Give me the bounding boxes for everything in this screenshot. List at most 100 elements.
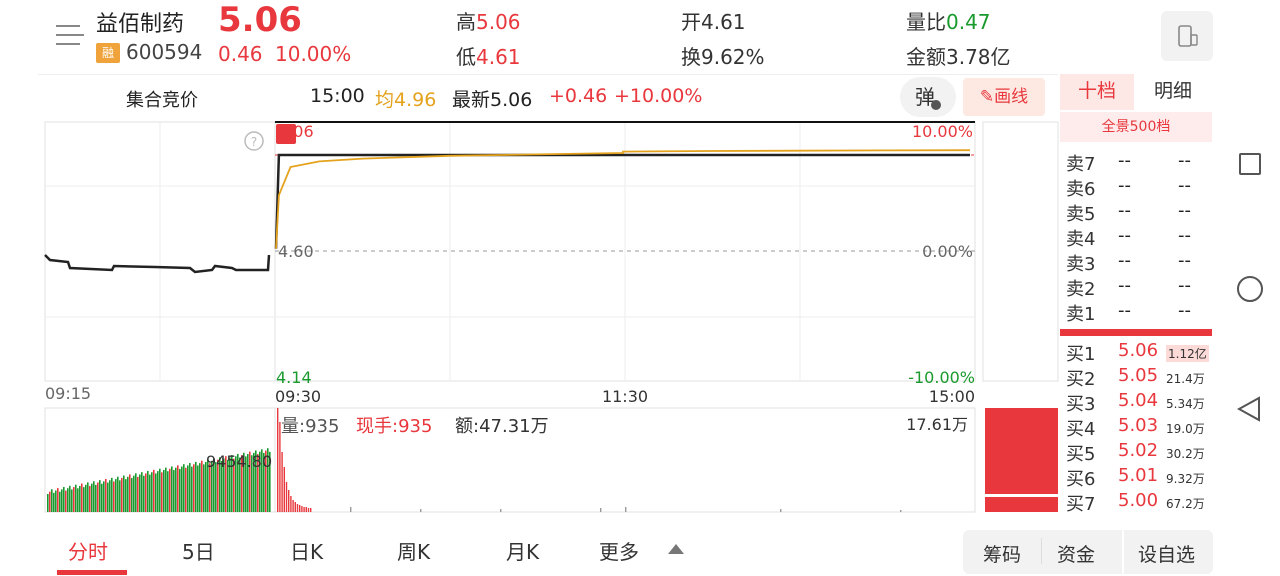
x-label-0930: 09:30 [275,387,321,406]
bid-row[interactable]: 买3 5.04 5.34万 [1066,390,1212,415]
pre-volume-bar [177,465,179,512]
divider [1041,538,1042,564]
pre-volume-bar [65,490,67,512]
pre-volume-bar [171,466,173,512]
pre-volume-bar [87,482,89,512]
bid-row[interactable]: 买6 5.01 9.32万 [1066,465,1212,490]
tab-5day[interactable]: 5日 [182,536,215,565]
ask-label: 卖6 [1066,179,1096,200]
pre-volume-bar [71,489,73,512]
volume-bar [285,482,288,512]
add-watchlist-button[interactable]: 设自选 [1138,540,1195,567]
pre-volume-bar [127,476,129,512]
pre-volume-bar [73,487,75,512]
pre-volume-bar [89,486,91,512]
pre-volume-bar [123,475,125,512]
ask-label: 卖1 [1066,304,1096,325]
ask-price: -- [1118,275,1131,296]
pre-volume-bar [163,469,165,512]
pre-volume-bar [85,484,87,512]
caret-up-icon[interactable] [668,544,684,554]
volume-bar [310,508,312,512]
ask-row[interactable]: 卖5 -- -- [1066,200,1212,225]
bid-row[interactable]: 买5 5.02 30.2万 [1066,440,1212,465]
pre-volume-bar [53,492,55,512]
pre-volume-bar [55,490,57,512]
volume-bar [307,508,310,512]
bid-row[interactable]: 买7 5.00 67.2万 [1066,490,1212,515]
ask-label: 卖4 [1066,229,1096,250]
back-icon[interactable] [1237,396,1261,422]
tab-monthly-k[interactable]: 月K [506,536,539,565]
tab-ten-level[interactable]: 十档 [1060,74,1134,110]
pre-volume-bar [153,469,155,512]
bid-label: 买5 [1066,444,1096,465]
ask-price: -- [1118,175,1131,196]
auction-price-line [44,254,271,274]
ask-price: -- [1118,225,1131,246]
bid-label: 买6 [1066,469,1096,490]
pre-volume-bar [193,464,195,512]
side-volume-bar [985,408,1058,494]
ask-price: -- [1118,150,1131,171]
pre-volume-label: 9454.80 [206,452,272,471]
pre-volume-bar [185,467,187,512]
pre-volume-bar [165,467,167,512]
pre-volume-bar [145,473,147,512]
ask-row[interactable]: 卖2 -- -- [1066,275,1212,300]
pre-volume-bar [97,482,99,512]
bid-row[interactable]: 买1 5.06 1.12亿 [1066,340,1212,365]
pre-volume-bar [187,465,189,512]
intraday-chart[interactable]: 5.06 10.00% 4.60 0.00% 4.14 -10.00% ? 09… [0,0,1060,530]
ask-row[interactable]: 卖1 -- -- [1066,300,1212,325]
bid-row[interactable]: 买2 5.05 21.4万 [1066,365,1212,390]
tab-intraday[interactable]: 分时 [68,536,108,565]
pre-volume-bar [195,461,197,512]
panorama-500-button[interactable]: 全景500档 [1060,112,1212,142]
chips-button[interactable]: 筹码 [983,540,1021,567]
tab-detail[interactable]: 明细 [1134,74,1212,110]
ask-row[interactable]: 卖6 -- -- [1066,175,1212,200]
max-volume-label: 17.61万 [906,415,968,434]
pre-volume-bar [129,474,131,512]
side-volume-bar [985,497,1058,512]
ask-row[interactable]: 卖4 -- -- [1066,225,1212,250]
pre-volume-bar [143,475,145,512]
ask-qty: -- [1178,250,1191,271]
pre-volume-bar [157,471,159,512]
bid-label: 买4 [1066,419,1096,440]
volume-bar [292,500,294,512]
pre-volume-bar [197,465,199,512]
bid-row[interactable]: 买4 5.03 19.0万 [1066,415,1212,440]
ask-qty: -- [1178,275,1191,296]
tab-daily-k[interactable]: 日K [290,536,323,565]
pre-volume-bar [117,476,119,512]
pre-volume-bar [111,477,113,512]
tab-more[interactable]: 更多 [599,536,639,565]
ask-row[interactable]: 卖3 -- -- [1066,250,1212,275]
volume-bar [294,502,296,512]
landscape-toggle-button[interactable] [1161,11,1213,61]
x-label-1130: 11:30 [602,387,648,406]
ask-qty: -- [1178,200,1191,221]
avg-series-line [275,149,971,249]
capital-button[interactable]: 资金 [1057,540,1095,567]
x-label-0915: 09:15 [45,384,91,403]
ask-label: 卖2 [1066,279,1096,300]
volume-bar [600,508,602,512]
low-pct-label: -10.00% [908,368,975,387]
volume-bar [900,510,902,512]
pre-volume-bar [57,488,59,512]
ask-row[interactable]: 卖7 -- -- [1066,150,1212,175]
pre-volume-bar [83,487,85,512]
tab-weekly-k[interactable]: 周K [397,536,430,565]
pre-volume-bar [135,473,137,512]
home-icon[interactable] [1237,276,1263,302]
bid-price: 5.01 [1118,465,1159,486]
help-icon[interactable]: ? [244,131,264,151]
recent-apps-icon[interactable] [1239,153,1261,175]
pre-volume-bar [103,481,105,512]
svg-text:?: ? [251,135,257,149]
cursor-marker [276,124,296,144]
pre-volume-bar [189,463,191,512]
